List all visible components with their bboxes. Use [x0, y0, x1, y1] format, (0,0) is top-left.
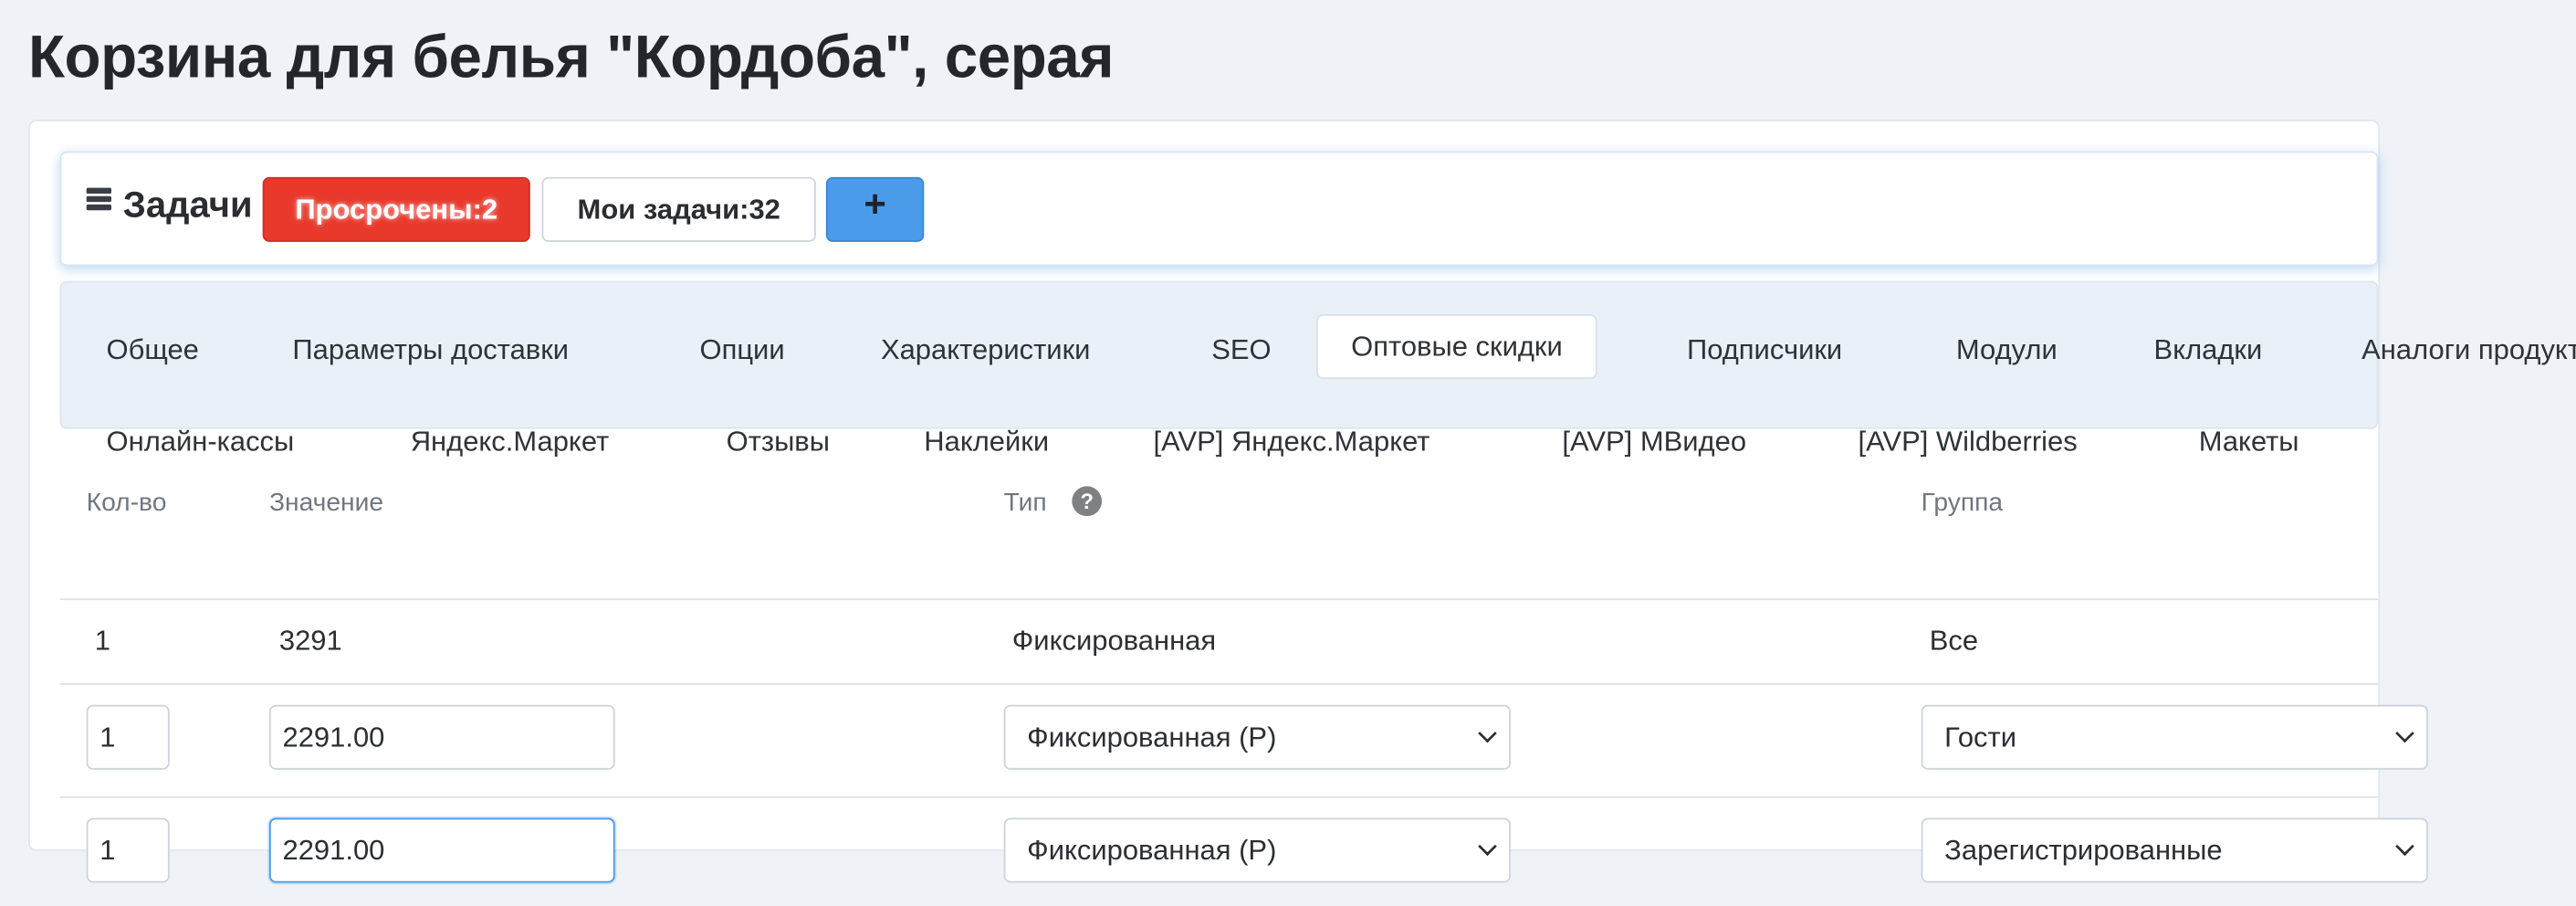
row-0-qty: 1	[94, 625, 111, 657]
header-divider	[59, 598, 2379, 601]
chevron-down-icon	[2395, 837, 2414, 857]
plus-icon: +	[864, 182, 886, 226]
row-1-value-input[interactable]	[268, 704, 615, 770]
tab-avp-wildberries[interactable]: [AVP] Wildberries	[1858, 409, 2077, 474]
chevron-down-icon	[1478, 837, 1497, 857]
row-divider	[59, 795, 2379, 798]
tab-avp-yandex-market[interactable]: [AVP] Яндекс.Маркет	[1154, 409, 1430, 474]
tab-avp-mvideo[interactable]: [AVP] МВидео	[1562, 409, 1746, 474]
tab-options[interactable]: Опции	[699, 318, 784, 383]
row-divider	[59, 683, 2379, 685]
tab-tabs[interactable]: Вкладки	[2154, 318, 2263, 383]
row-1-group-selected: Гости	[1944, 721, 2017, 753]
row-2-qty-input[interactable]	[86, 817, 170, 883]
column-header-type: Тип	[1003, 487, 1047, 517]
viewport: Корзина для белья "Кордоба", серая Задачи…	[0, 0, 2576, 906]
tab-general[interactable]: Общее	[107, 318, 199, 383]
row-0-value: 3291	[278, 625, 342, 657]
tab-product-analogs[interactable]: Аналоги продуктов	[2361, 318, 2576, 383]
row-1-group-select[interactable]: Гости	[1921, 704, 2428, 770]
my-tasks-button[interactable]: Мои задачи:32	[541, 176, 816, 242]
row-2-type-selected: Фиксированная (Р)	[1027, 834, 1277, 866]
column-header-group: Группа	[1921, 487, 2004, 517]
tab-seo[interactable]: SEO	[1211, 318, 1271, 383]
row-2-value-input[interactable]	[268, 817, 615, 883]
column-header-qty: Кол-во	[86, 487, 167, 517]
tab-modules[interactable]: Модули	[1956, 318, 2058, 383]
add-task-button[interactable]: +	[825, 176, 925, 242]
column-header-value: Значение	[268, 487, 384, 517]
row-2-type-select[interactable]: Фиксированная (Р)	[1003, 817, 1511, 883]
tab-stickers[interactable]: Наклейки	[924, 409, 1049, 474]
tab-yandex-market[interactable]: Яндекс.Маркет	[411, 409, 609, 474]
tab-delivery[interactable]: Параметры доставки	[292, 318, 569, 383]
tab-attributes[interactable]: Характеристики	[881, 318, 1091, 383]
row-0-group: Все	[1929, 625, 1979, 657]
tab-reviews[interactable]: Отзывы	[727, 409, 830, 474]
tab-wholesale-discounts[interactable]: Оптовые скидки	[1315, 314, 1597, 380]
tasks-title: Задачи	[122, 184, 253, 226]
overdue-tasks-button[interactable]: Просрочены:2	[262, 176, 530, 242]
row-1-type-select[interactable]: Фиксированная (Р)	[1003, 704, 1511, 770]
help-icon[interactable]: ?	[1072, 486, 1103, 517]
row-0-type: Фиксированная	[1011, 625, 1217, 657]
list-icon	[86, 187, 111, 216]
row-2-group-select[interactable]: Зарегистрированные	[1921, 817, 2428, 883]
tab-subscribers[interactable]: Подписчики	[1687, 318, 1842, 383]
row-2-group-selected: Зарегистрированные	[1944, 834, 2223, 866]
page-title: Корзина для белья "Кордоба", серая	[27, 24, 1115, 91]
chevron-down-icon	[2395, 723, 2414, 743]
row-1-qty-input[interactable]	[86, 704, 170, 770]
tab-layouts[interactable]: Макеты	[2199, 409, 2299, 474]
row-1-type-selected: Фиксированная (Р)	[1027, 721, 1277, 753]
chevron-down-icon	[1478, 723, 1497, 743]
tab-online-cashiers[interactable]: Онлайн-кассы	[107, 409, 295, 474]
